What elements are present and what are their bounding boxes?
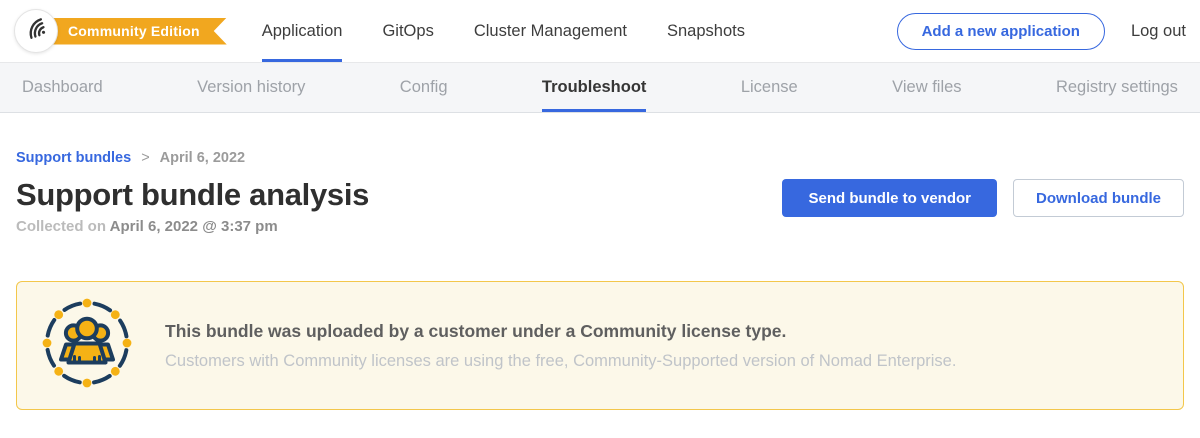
nav-item-cluster-management[interactable]: Cluster Management — [474, 0, 627, 62]
subnav-item-config[interactable]: Config — [400, 63, 448, 112]
breadcrumb-support-bundles-link[interactable]: Support bundles — [16, 150, 131, 166]
nav-item-gitops[interactable]: GitOps — [382, 0, 433, 62]
add-new-application-button[interactable]: Add a new application — [897, 13, 1105, 50]
notice-subtitle: Customers with Community licenses are us… — [165, 352, 956, 371]
title-block: Support bundle analysis Collected on Apr… — [16, 177, 369, 235]
page-title: Support bundle analysis — [16, 177, 369, 213]
subnav-item-registry-settings[interactable]: Registry settings — [1056, 63, 1178, 112]
community-license-notice: This bundle was uploaded by a customer u… — [16, 281, 1184, 410]
subnav-item-version-history[interactable]: Version history — [197, 63, 305, 112]
nav-item-application[interactable]: Application — [262, 0, 343, 62]
notice-text: This bundle was uploaded by a customer u… — [165, 321, 956, 371]
replicated-wave-icon — [23, 15, 50, 47]
breadcrumb: Support bundles > April 6, 2022 — [16, 150, 1184, 166]
brand: Community Edition — [14, 0, 227, 62]
breadcrumb-separator: > — [141, 150, 149, 166]
community-edition-badge: Community Edition — [36, 18, 227, 45]
header-actions: Add a new application Log out — [897, 0, 1186, 62]
bundle-actions: Send bundle to vendor Download bundle — [782, 179, 1184, 235]
subnav-item-troubleshoot[interactable]: Troubleshoot — [542, 63, 647, 112]
subnav-item-view-files[interactable]: View files — [892, 63, 961, 112]
download-bundle-button[interactable]: Download bundle — [1013, 179, 1184, 217]
subnav-item-dashboard[interactable]: Dashboard — [22, 63, 103, 112]
main-content: Support bundles > April 6, 2022 Support … — [0, 150, 1200, 410]
primary-nav: Application GitOps Cluster Management Sn… — [262, 0, 745, 62]
community-people-icon — [41, 297, 133, 394]
logout-link[interactable]: Log out — [1131, 22, 1186, 41]
nav-item-snapshots[interactable]: Snapshots — [667, 0, 745, 62]
app-logo[interactable] — [14, 9, 58, 53]
collected-prefix: Collected on — [16, 218, 106, 235]
notice-title: This bundle was uploaded by a customer u… — [165, 321, 956, 342]
send-bundle-to-vendor-button[interactable]: Send bundle to vendor — [782, 179, 997, 217]
app-sub-navigation: Dashboard Version history Config Trouble… — [0, 62, 1200, 113]
breadcrumb-current: April 6, 2022 — [160, 150, 245, 166]
collected-timestamp: Collected on April 6, 2022 @ 3:37 pm — [16, 218, 369, 235]
top-navigation-bar: Community Edition Application GitOps Clu… — [0, 0, 1200, 62]
collected-date: April 6, 2022 @ 3:37 pm — [110, 218, 278, 235]
title-row: Support bundle analysis Collected on Apr… — [16, 177, 1184, 235]
subnav-item-license[interactable]: License — [741, 63, 798, 112]
